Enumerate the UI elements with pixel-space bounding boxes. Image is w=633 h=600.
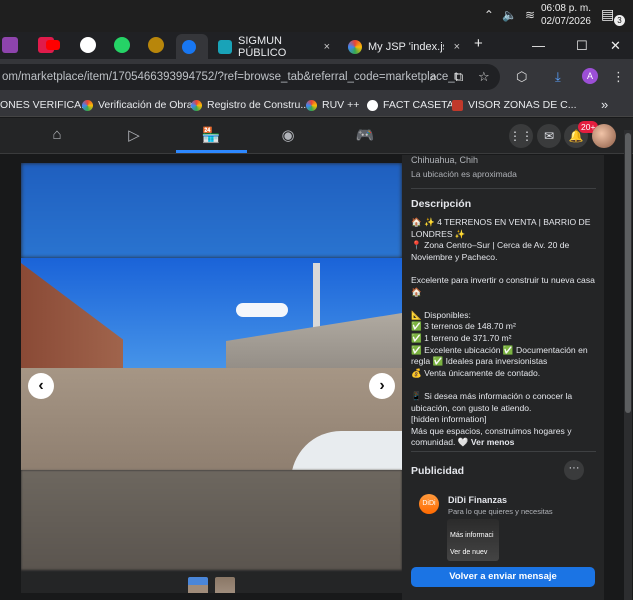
chrome-page-icon	[306, 99, 317, 111]
tab-strip: SIGMUN PÚBLICO × My JSP 'index.jsp' s × …	[0, 32, 633, 59]
chevron-up-icon[interactable]: ⌃	[484, 8, 494, 22]
ads-more-button[interactable]: ···	[564, 460, 584, 480]
notifications-icon[interactable]: ▤ 3	[601, 6, 625, 26]
clock[interactable]: 06:08 p. m. 02/07/2026	[541, 2, 591, 28]
bookmark-item[interactable]: FACT CASETAS	[367, 99, 461, 111]
bookmark-item[interactable]: VISOR ZONAS DE C...	[452, 99, 577, 111]
pole	[313, 263, 320, 335]
listing-photo[interactable]	[21, 163, 402, 470]
install-app-icon[interactable]: ⧉	[454, 69, 463, 85]
menu-kebab-icon[interactable]: ⋮	[612, 69, 625, 85]
divider	[411, 188, 596, 189]
advertiser-name[interactable]: DiDi Finanzas	[448, 495, 507, 505]
bookmark-star-icon[interactable]: ☆	[478, 69, 490, 85]
extensions-icon[interactable]: ⬡	[516, 69, 527, 85]
groups-icon[interactable]: ◉	[268, 126, 308, 146]
bookmark-item[interactable]: Verificación de Obra	[82, 99, 193, 111]
close-tab-icon[interactable]: ×	[454, 41, 460, 53]
tab-label: SIGMUN PÚBLICO	[238, 34, 287, 59]
address-row: om/marketplace/item/1705466393994752/?re…	[0, 59, 633, 95]
new-tab-button[interactable]: +	[474, 35, 483, 52]
previous-photo-button[interactable]: ‹	[28, 373, 54, 399]
tab-sigmun[interactable]: SIGMUN PÚBLICO ×	[212, 34, 336, 59]
tab-label: My JSP 'index.jsp' s	[368, 40, 444, 53]
bookmarks-overflow-button[interactable]: »	[601, 97, 608, 112]
gaming-icon[interactable]: 🎮	[345, 126, 385, 146]
divider	[411, 451, 596, 452]
location-text: Chihuahua, Chih	[411, 155, 479, 165]
ad-image[interactable]: Más informaci Ver de nuev	[447, 519, 499, 561]
globe-icon	[367, 99, 378, 111]
video-icon[interactable]: ▷	[114, 126, 154, 146]
wifi-icon[interactable]: ≋	[525, 8, 535, 22]
listing-photo-viewer: ‹ ›	[21, 163, 402, 593]
bookmark-item[interactable]: ONES VERIFICA...	[0, 99, 90, 111]
url-bar[interactable]: om/marketplace/item/1705466393994752/?re…	[0, 64, 500, 90]
listing-description: 🏠 ✨ 4 TERRENOS EN VENTA | BARRIO DE LOND…	[411, 217, 595, 448]
profile-icon[interactable]: A	[582, 68, 598, 84]
chrome-page-icon	[82, 99, 93, 111]
tab-favicon-gold-icon[interactable]	[148, 37, 164, 53]
marketplace-icon[interactable]: 🏪	[191, 126, 231, 146]
volume-icon[interactable]: 🔈	[502, 8, 517, 22]
resend-message-button[interactable]: Volver a enviar mensaje	[411, 567, 595, 587]
minimize-button[interactable]: —	[532, 38, 545, 53]
chrome-page-icon	[348, 39, 362, 54]
ads-heading: Publicidad	[411, 465, 465, 477]
bookmarks-bar: ONES VERIFICA... Verificación de Obra Re…	[0, 95, 633, 117]
close-window-button[interactable]: ✕	[610, 38, 621, 54]
search-icon[interactable]: ⌕	[430, 69, 437, 85]
clock-date: 02/07/2026	[540, 16, 591, 27]
sigmun-icon	[218, 39, 232, 54]
system-tray: ⌃ 🔈 ≋ 06:08 p. m. 02/07/2026 ▤ 3	[0, 0, 633, 32]
didi-logo-icon[interactable]: DiDi	[419, 494, 439, 514]
tab-favicon-purple-icon[interactable]	[2, 37, 18, 53]
next-photo-button[interactable]: ›	[369, 373, 395, 399]
close-tab-icon[interactable]: ×	[324, 41, 330, 53]
tab-jsp[interactable]: My JSP 'index.jsp' s ×	[342, 34, 466, 59]
photo-thumbnail[interactable]	[188, 577, 208, 593]
cloud	[236, 303, 288, 317]
photo-thumbnail[interactable]	[215, 577, 235, 593]
bookmark-item[interactable]: RUV ++	[306, 99, 359, 111]
notification-count: 3	[614, 15, 625, 26]
facebook-icon	[182, 39, 196, 54]
bookmark-item[interactable]: Registro de Constru...	[191, 99, 309, 111]
avatar[interactable]	[592, 124, 616, 148]
menu-grid-icon[interactable]: ⋮⋮	[509, 124, 533, 148]
ad-tagline: Para lo que quieres y necesitas	[448, 507, 553, 516]
scrollbar-thumb[interactable]	[625, 133, 631, 413]
active-tab-indicator	[176, 150, 247, 153]
whatsapp-icon[interactable]	[114, 37, 130, 53]
chrome-page-icon	[191, 99, 202, 111]
home-icon[interactable]: ⌂	[37, 126, 77, 146]
see-less-link[interactable]: Ver menos	[471, 437, 514, 447]
visor-icon	[452, 99, 463, 111]
youtube-icon[interactable]	[46, 40, 60, 50]
google-icon[interactable]	[80, 37, 96, 53]
clock-time: 06:08 p. m.	[540, 3, 591, 14]
download-icon[interactable]: ⤓	[555, 69, 561, 85]
url-text: om/marketplace/item/1705466393994752/?re…	[2, 71, 458, 83]
listing-details-panel: Chihuahua, Chih La ubicación es aproxima…	[402, 155, 604, 600]
messenger-icon[interactable]: ✉	[537, 124, 561, 148]
description-heading: Descripción	[411, 198, 472, 210]
maximize-button[interactable]: ☐	[576, 38, 588, 54]
tab-facebook[interactable]	[176, 34, 208, 59]
location-note: La ubicación es aproximada	[411, 169, 517, 179]
